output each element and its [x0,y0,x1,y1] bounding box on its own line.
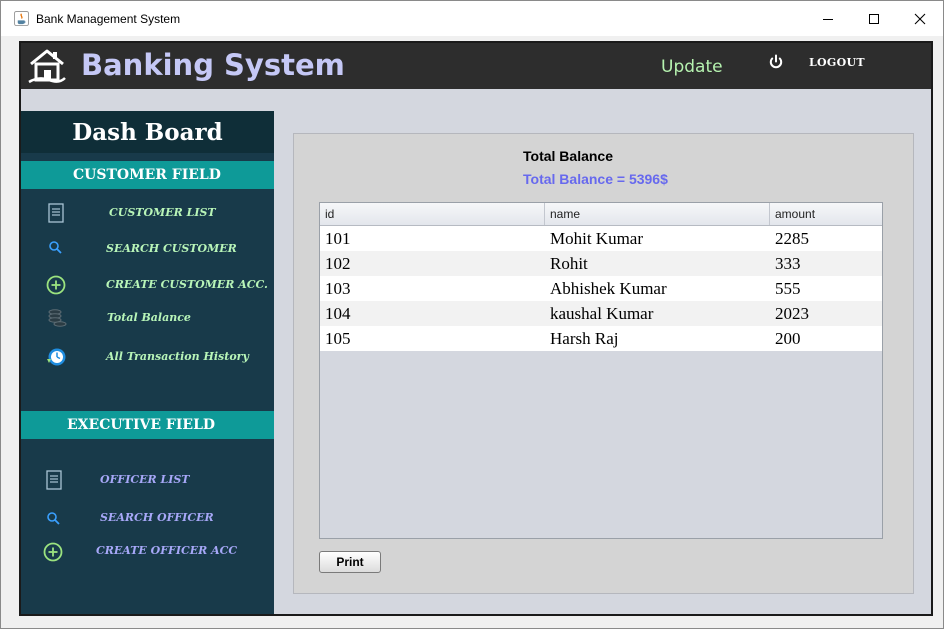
history-icon [47,348,66,366]
sidebar-item-create-officer[interactable]: CREATE OFFICER ACC [21,538,274,564]
balance-table[interactable]: id name amount 101 Mohit Kumar 2285 102 … [319,202,883,539]
sidebar-item-label: CREATE OFFICER ACC [96,544,238,557]
column-header-id[interactable]: id [320,203,545,225]
cell-id: 102 [325,254,351,273]
table-row[interactable]: 104 kaushal Kumar 2023 [320,301,882,326]
cell-id: 105 [325,329,351,348]
cell-id: 104 [325,304,351,323]
app-window: Bank Management System Banking System Up… [0,0,944,629]
sidebar-item-label: OFFICER LIST [100,473,190,486]
executive-section-header: EXECUTIVE FIELD [21,411,274,439]
table-row[interactable]: 102 Rohit 333 [320,251,882,276]
search-icon [47,512,60,525]
sidebar-item-search-officer[interactable]: SEARCH OFFICER [21,505,274,531]
sidebar-item-officer-list[interactable]: OFFICER LIST [21,467,274,493]
column-header-amount[interactable]: amount [770,203,882,225]
sidebar-item-total-balance[interactable]: Total Balance [21,305,274,331]
dashboard-header: Dash Board [21,111,274,153]
sidebar-item-label: All Transaction History [106,350,249,363]
plus-circle-icon [46,275,66,295]
table-header: id name amount [320,203,882,226]
sidebar-item-label: SEARCH OFFICER [100,511,214,524]
total-balance-value: Total Balance = 5396$ [523,171,668,187]
dashboard-title: Dash Board [72,118,223,146]
cell-name: kaushal Kumar [550,304,654,323]
sidebar-item-customer-list[interactable]: CUSTOMER LIST [21,200,274,226]
table-row[interactable]: 101 Mohit Kumar 2285 [320,226,882,251]
minimize-button[interactable] [805,1,851,36]
sidebar-item-transaction-history[interactable]: All Transaction History [21,344,274,370]
cell-amount: 333 [775,254,801,273]
executive-section-title: EXECUTIVE FIELD [67,417,216,433]
document-icon [48,203,64,223]
cell-amount: 555 [775,279,801,298]
cell-id: 101 [325,229,351,248]
close-button[interactable] [897,1,943,36]
maximize-icon [869,13,879,24]
customer-section-title: CUSTOMER FIELD [73,167,221,183]
power-icon[interactable] [767,53,785,71]
logout-link[interactable]: LOGOUT [809,56,865,69]
main-frame: Banking System Update LOGOUT Dash Board … [19,41,933,616]
sidebar-item-label: SEARCH CUSTOMER [106,242,237,255]
app-title: Banking System [81,48,345,82]
maximize-button[interactable] [851,1,897,36]
table-row[interactable]: 103 Abhishek Kumar 555 [320,276,882,301]
coins-icon [48,309,67,327]
cell-id: 103 [325,279,351,298]
cell-amount: 200 [775,329,801,348]
cell-name: Abhishek Kumar [550,279,667,298]
panel-title: Total Balance [523,148,613,164]
window-title: Bank Management System [36,12,181,26]
sidebar-item-label: CUSTOMER LIST [109,206,216,219]
search-icon [49,241,62,254]
sidebar: Dash Board CUSTOMER FIELD CUSTOMER LIST [21,111,274,614]
sidebar-item-label: Total Balance [107,311,191,324]
document-icon [46,470,62,490]
table-row[interactable]: 105 Harsh Raj 200 [320,326,882,351]
update-link[interactable]: Update [661,57,723,77]
plus-circle-icon [43,542,63,562]
print-button[interactable]: Print [319,551,381,573]
close-icon [914,13,926,24]
sidebar-item-search-customer[interactable]: SEARCH CUSTOMER [21,236,274,262]
java-icon [14,11,29,26]
window-titlebar[interactable]: Bank Management System [1,1,943,36]
sidebar-item-create-customer[interactable]: CREATE CUSTOMER ACC. [21,272,274,298]
total-balance-panel: Total Balance Total Balance = 5396$ id n… [293,133,914,594]
cell-amount: 2285 [775,229,809,248]
app-header: Banking System Update LOGOUT [21,43,931,89]
cell-name: Harsh Raj [550,329,619,348]
cell-name: Mohit Kumar [550,229,644,248]
bank-house-icon [28,49,66,84]
sidebar-item-label: CREATE CUSTOMER ACC. [106,278,268,291]
cell-amount: 2023 [775,304,809,323]
column-header-name[interactable]: name [545,203,770,225]
customer-section-header: CUSTOMER FIELD [21,161,274,189]
cell-name: Rohit [550,254,588,273]
minimize-icon [823,18,833,20]
